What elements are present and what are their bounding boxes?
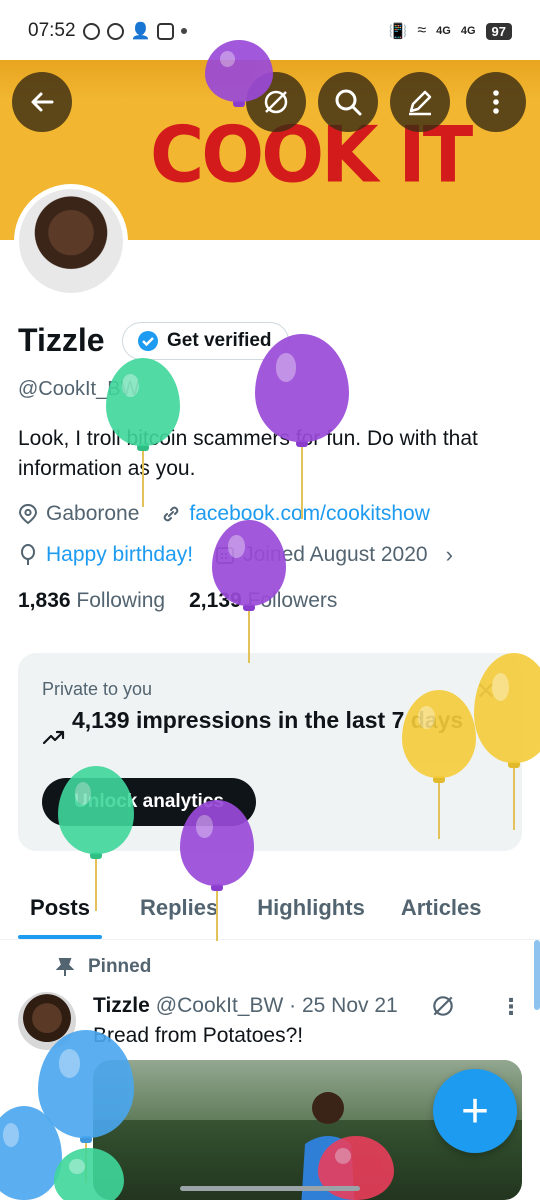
pencil-icon xyxy=(409,90,432,116)
birthday-link[interactable]: Happy birthday! xyxy=(46,543,193,567)
compose-post-button[interactable]: + xyxy=(433,1069,517,1153)
messenger-icon xyxy=(106,22,124,40)
balloon-decoration xyxy=(212,520,286,663)
instagram-icon xyxy=(157,22,175,40)
balloon-icon xyxy=(21,544,35,565)
tab-highlights[interactable]: Highlights xyxy=(257,878,365,939)
following-count: 1,836 xyxy=(18,589,71,612)
tab-highlights-label: Highlights xyxy=(257,895,365,920)
network-4g-1: 4G xyxy=(436,24,451,37)
post-author[interactable]: Tizzle xyxy=(93,994,150,1018)
search-button[interactable] xyxy=(318,72,378,132)
location-pin-icon xyxy=(18,503,38,525)
following-link[interactable]: 1,836 Following xyxy=(18,589,165,613)
plus-icon: + xyxy=(460,1084,490,1138)
balloon-decoration xyxy=(106,358,180,507)
grok-icon[interactable] xyxy=(430,993,456,1019)
balloon-decoration xyxy=(402,690,476,839)
profile-name: Tizzle xyxy=(18,322,105,358)
back-button[interactable] xyxy=(12,72,72,132)
post-header: Tizzle @CookIt_BW · 25 Nov 21 xyxy=(93,993,456,1019)
search-icon xyxy=(335,89,362,116)
arrow-left-icon xyxy=(31,92,54,112)
pin-icon xyxy=(56,958,74,976)
balloon-decoration xyxy=(0,1106,62,1200)
kebab-menu-icon xyxy=(493,90,499,114)
clock: 07:52 xyxy=(28,20,76,41)
pinned-label: Pinned xyxy=(88,956,152,977)
follow-stats: 1,836 Following 2,139 Followers xyxy=(18,589,337,613)
more-options-button[interactable] xyxy=(466,72,526,132)
avatar-photo xyxy=(19,189,123,293)
tab-articles-label: Articles xyxy=(400,895,482,920)
post-more-icon[interactable]: ⋮ xyxy=(500,994,522,1020)
link-icon xyxy=(164,506,179,522)
person-add-icon: 👤 xyxy=(130,23,151,40)
balloon-decoration xyxy=(58,766,134,911)
analytics-private-label: Private to you xyxy=(42,679,153,699)
whatsapp-icon xyxy=(82,22,100,40)
edit-button[interactable] xyxy=(390,72,450,132)
scroll-indicator xyxy=(534,940,540,1010)
verified-badge-icon xyxy=(138,331,158,351)
battery-indicator: 97 xyxy=(485,22,512,40)
balloon-decoration xyxy=(180,800,254,941)
network-4g-2: 4G xyxy=(460,24,476,37)
wifi-icon: ≈ xyxy=(417,22,427,39)
vibrate-icon: 📳 xyxy=(388,23,408,40)
trending-up-icon xyxy=(42,730,65,745)
post-handle-date: @CookIt_BW · 25 Nov 21 xyxy=(155,994,398,1017)
more-notifications-dot xyxy=(181,28,188,34)
following-label: Following xyxy=(76,589,166,612)
pinned-indicator: Pinned xyxy=(56,956,151,978)
tab-articles[interactable]: Articles xyxy=(401,878,482,939)
home-indicator xyxy=(180,1186,360,1191)
profile-avatar[interactable] xyxy=(14,184,128,298)
balloon-decoration xyxy=(255,334,349,519)
chevron-right-icon[interactable]: › xyxy=(446,542,453,568)
balloon-decoration xyxy=(205,40,273,107)
balloon-decoration xyxy=(54,1148,124,1200)
balloon-decoration xyxy=(474,653,540,830)
